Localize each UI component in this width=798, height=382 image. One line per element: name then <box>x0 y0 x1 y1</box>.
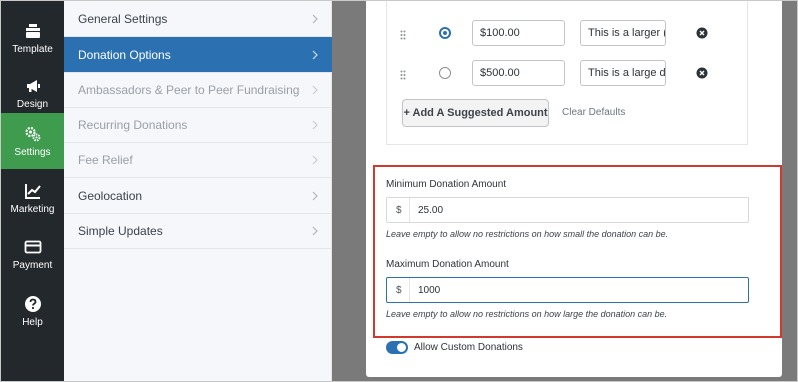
submenu-label: Simple Updates <box>78 223 163 238</box>
maximum-amount-value: 1000 <box>418 285 441 296</box>
maximum-amount-label: Maximum Donation Amount <box>386 259 509 270</box>
rail-label-design: Design <box>16 98 49 110</box>
submenu-item-ambassadors[interactable]: Ambassadors & Peer to Peer Fundraising <box>64 72 332 108</box>
custom-donations-label: Allow Custom Donations <box>414 342 523 353</box>
chevron-right-icon <box>312 50 318 60</box>
question-icon <box>24 295 41 312</box>
add-suggested-amount-button[interactable]: + Add A Suggested Amount <box>402 99 549 127</box>
amount-row: $100.00 This is a larger ( <box>387 20 749 50</box>
icon-rail: Template Design Settings Marketing Payme… <box>1 1 64 381</box>
drag-handle-icon[interactable] <box>400 70 406 80</box>
megaphone-icon <box>26 79 40 92</box>
amount-input[interactable]: $100.00 <box>472 20 565 46</box>
donation-limits-highlight: Minimum Donation Amount $ 25.00 Leave em… <box>373 165 782 338</box>
gears-icon <box>24 126 40 141</box>
remove-amount-icon[interactable] <box>696 27 708 39</box>
currency-symbol: $ <box>396 285 402 296</box>
submenu-item-geolocation[interactable]: Geolocation <box>64 178 332 214</box>
submenu-item-general-settings[interactable]: General Settings <box>64 1 332 37</box>
chevron-right-icon <box>312 14 318 24</box>
chevron-right-icon <box>312 191 318 201</box>
template-icon <box>25 23 40 38</box>
amount-row: $500.00 This is a large do <box>387 60 749 90</box>
rail-item-template[interactable]: Template <box>1 10 64 66</box>
rail-label-marketing: Marketing <box>10 203 55 215</box>
rail-item-marketing[interactable]: Marketing <box>1 170 64 226</box>
suggested-amounts-box: $100.00 This is a larger ( $500.00 This … <box>386 1 748 145</box>
chart-icon <box>24 183 41 199</box>
submenu-item-simple-updates[interactable]: Simple Updates <box>64 213 332 249</box>
custom-donations-toggle[interactable] <box>386 341 408 354</box>
credit-card-icon <box>24 240 41 253</box>
submenu-item-fee-relief[interactable]: Fee Relief <box>64 142 332 178</box>
submenu-item-recurring-donations[interactable]: Recurring Donations <box>64 107 332 143</box>
chevron-right-icon <box>312 155 318 165</box>
drag-handle-icon[interactable] <box>400 30 406 40</box>
remove-amount-icon[interactable] <box>696 67 708 79</box>
input-divider <box>409 198 410 222</box>
minimum-amount-label: Minimum Donation Amount <box>386 179 507 190</box>
minimum-amount-help: Leave empty to allow no restrictions on … <box>386 229 669 239</box>
submenu-label: Recurring Donations <box>78 117 188 132</box>
minimum-amount-value: 25.00 <box>418 205 444 216</box>
minimum-amount-field[interactable]: $ 25.00 <box>386 197 749 223</box>
chevron-right-icon <box>312 120 318 130</box>
app-window: Template Design Settings Marketing Payme… <box>0 0 798 382</box>
rail-label-template: Template <box>12 43 53 55</box>
submenu-item-donation-options[interactable]: Donation Options <box>64 37 332 73</box>
default-amount-radio[interactable] <box>439 67 451 79</box>
clear-defaults-link[interactable]: Clear Defaults <box>562 107 625 118</box>
submenu-label: Ambassadors & Peer to Peer Fundraising <box>78 82 300 97</box>
maximum-amount-field[interactable]: $ 1000 <box>386 277 749 303</box>
submenu-label: Fee Relief <box>78 152 133 167</box>
settings-card: $100.00 This is a larger ( $500.00 This … <box>366 1 782 377</box>
submenu-label: General Settings <box>78 11 168 26</box>
amount-label-input[interactable]: This is a large do <box>580 60 666 86</box>
submenu-label: Donation Options <box>78 47 171 62</box>
rail-label-payment: Payment <box>12 259 53 271</box>
rail-item-settings[interactable]: Settings <box>1 113 64 169</box>
currency-symbol: $ <box>396 205 402 216</box>
amount-label-input[interactable]: This is a larger ( <box>580 20 666 46</box>
rail-item-help[interactable]: Help <box>1 283 64 339</box>
chevron-right-icon <box>312 85 318 95</box>
chevron-right-icon <box>312 226 318 236</box>
settings-submenu: General Settings Donation Options Ambass… <box>64 1 332 381</box>
rail-label-help: Help <box>22 316 43 328</box>
main-panel: $100.00 This is a larger ( $500.00 This … <box>332 1 797 381</box>
maximum-amount-help: Leave empty to allow no restrictions on … <box>386 309 668 319</box>
input-divider <box>409 278 410 302</box>
default-amount-radio[interactable] <box>439 27 451 39</box>
amount-input[interactable]: $500.00 <box>472 60 565 86</box>
rail-item-payment[interactable]: Payment <box>1 226 64 282</box>
submenu-label: Geolocation <box>78 188 143 203</box>
rail-label-settings: Settings <box>14 146 51 158</box>
